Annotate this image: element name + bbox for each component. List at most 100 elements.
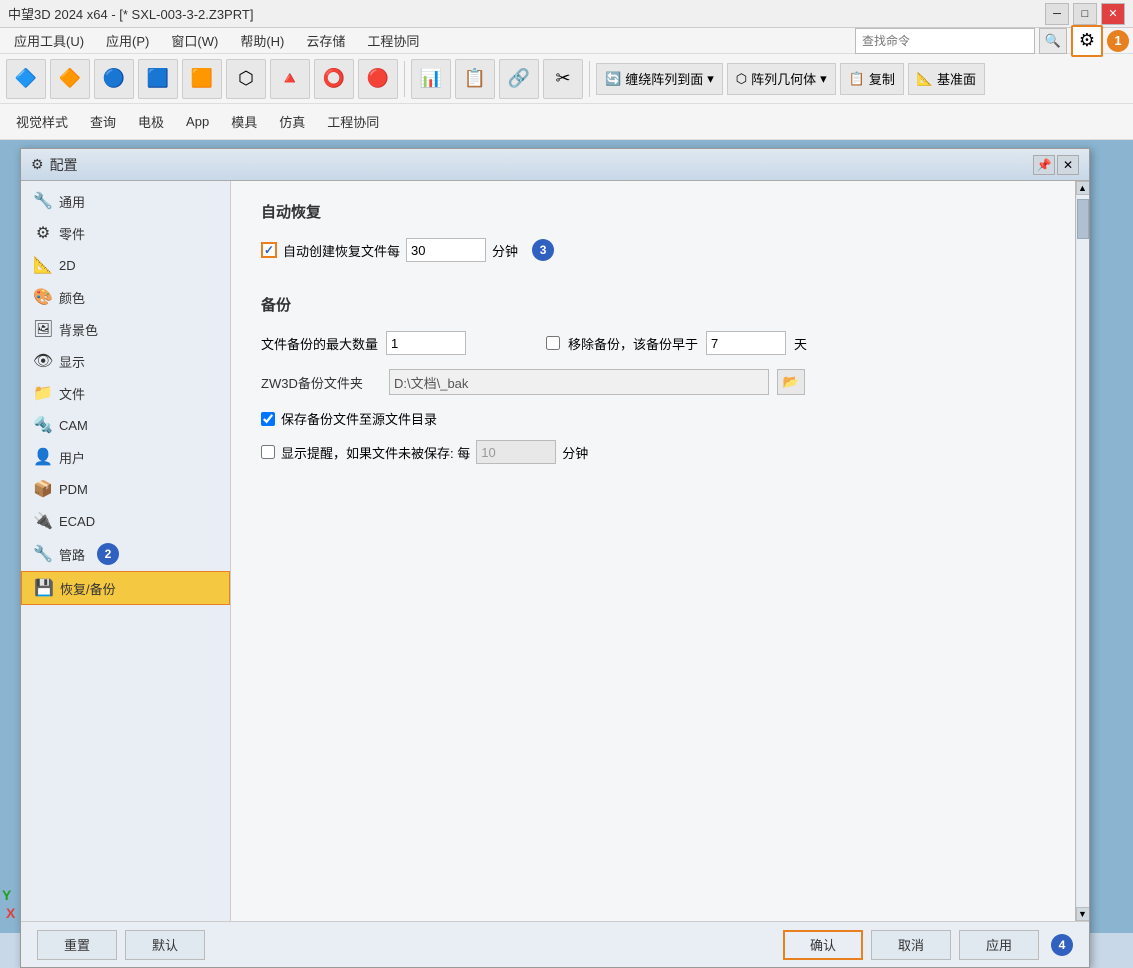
close-btn[interactable]: ✕ [1101, 3, 1125, 25]
dialog-body: 🔧 通用 ⚙ 零件 📐 2D 🎨 颜色 🖼 背景色 [21, 181, 1089, 921]
sidebar-item-cam[interactable]: 🔩 CAM [21, 409, 230, 441]
menu-sim[interactable]: 仿真 [269, 110, 315, 133]
config-dialog: ⚙ 配置 📌 ✕ 🔧 通用 ⚙ 零件 📐 [20, 148, 1090, 968]
scroll-track [1077, 195, 1089, 907]
sidebar-item-pdm[interactable]: 📦 PDM [21, 473, 230, 505]
save-to-source-checkbox[interactable] [261, 412, 275, 426]
scroll-down-btn[interactable]: ▼ [1076, 907, 1090, 921]
sidebar-item-general[interactable]: 🔧 通用 [21, 185, 230, 217]
tool-btn-10[interactable]: 📊 [411, 59, 451, 99]
sidebar-label-ecad: ECAD [59, 514, 95, 529]
sidebar-item-ecad[interactable]: 🔌 ECAD [21, 505, 230, 537]
menu-tools[interactable]: 应用工具(U) [4, 29, 94, 52]
remove-backup-unit: 天 [794, 334, 807, 353]
toolbar-array-geom[interactable]: ⬡ 阵列几何体 ▾ [727, 63, 836, 95]
sidebar-item-parts[interactable]: ⚙ 零件 [21, 217, 230, 249]
minimize-btn[interactable]: ─ [1045, 3, 1069, 25]
toolbar-datum-plane[interactable]: 📐 基准面 [908, 63, 985, 95]
badge-4: 4 [1051, 934, 1073, 956]
array-geom-label: 阵列几何体 [751, 69, 816, 88]
remove-backup-checkbox[interactable] [546, 336, 560, 350]
checkbox-checkmark: ✓ [264, 243, 274, 257]
sidebar-item-color[interactable]: 🎨 颜色 [21, 281, 230, 313]
auto-create-value[interactable] [406, 238, 486, 262]
tool-btn-7[interactable]: 🔺 [270, 59, 310, 99]
menu-help[interactable]: 帮助(H) [230, 29, 294, 52]
tool-btn-11[interactable]: 📋 [455, 59, 495, 99]
tool-btn-2[interactable]: 🔶 [50, 59, 90, 99]
search-input[interactable] [855, 28, 1035, 54]
menu-apps[interactable]: 应用(P) [96, 29, 159, 52]
tool-btn-3[interactable]: 🔵 [94, 59, 134, 99]
tool-btn-1[interactable]: 🔷 [6, 59, 46, 99]
reset-btn[interactable]: 重置 [37, 930, 117, 960]
menu-bar-2: 视觉样式 查询 电极 App 模具 仿真 工程协同 [0, 104, 1133, 140]
badge-1: 1 [1107, 30, 1129, 52]
tool-btn-4[interactable]: 🟦 [138, 59, 178, 99]
max-backup-label: 文件备份的最大数量 [261, 334, 378, 353]
auto-create-row: ✓ 自动创建恢复文件每 分钟 3 [261, 238, 1045, 262]
show-reminder-label: 显示提醒，如果文件未被保存: 每 [281, 443, 470, 462]
reminder-value[interactable] [476, 440, 556, 464]
sidebar-label-pipe: 管路 [59, 545, 85, 564]
max-backup-input[interactable] [386, 331, 466, 355]
browse-folder-btn[interactable]: 📂 [777, 369, 805, 395]
sidebar-item-user[interactable]: 👤 用户 [21, 441, 230, 473]
dialog-pin-btn[interactable]: 📌 [1033, 155, 1055, 175]
default-btn[interactable]: 默认 [125, 930, 205, 960]
max-backup-row: 文件备份的最大数量 [261, 331, 466, 355]
menu-query[interactable]: 查询 [80, 110, 126, 133]
scroll-thumb[interactable] [1077, 199, 1089, 239]
menu-app[interactable]: App [176, 112, 219, 131]
sidebar-item-pipe[interactable]: 🔧 管路 2 [21, 537, 230, 571]
dialog-content: 自动恢复 ✓ 自动创建恢复文件每 分钟 3 备份 [231, 181, 1075, 921]
menu-visual[interactable]: 视觉样式 [6, 110, 78, 133]
toolbar-copy[interactable]: 📋 复制 [840, 63, 904, 95]
toolbar-wrap-array[interactable]: 🔄 缠绕阵列到面 ▾ [596, 63, 723, 95]
maximize-btn[interactable]: □ [1073, 3, 1097, 25]
sidebar-item-recover[interactable]: 💾 恢复/备份 [21, 571, 230, 605]
sidebar-item-file[interactable]: 📁 文件 [21, 377, 230, 409]
auto-create-unit: 分钟 [492, 241, 518, 260]
tool-btn-13[interactable]: ✂ [543, 59, 583, 99]
backup-folder-row: ZW3D备份文件夹 📂 [261, 369, 1045, 395]
cancel-btn[interactable]: 取消 [871, 930, 951, 960]
menu-cloud[interactable]: 云存储 [296, 29, 355, 52]
axis-y-label: Y [2, 887, 11, 903]
menu-window[interactable]: 窗口(W) [161, 29, 228, 52]
sidebar-item-display[interactable]: 👁 显示 [21, 345, 230, 377]
copy-label: 复制 [869, 69, 895, 88]
tool-btn-6[interactable]: ⬡ [226, 59, 266, 99]
sidebar-item-2d[interactable]: 📐 2D [21, 249, 230, 281]
show-reminder-checkbox[interactable] [261, 445, 275, 459]
section-divider-1 [261, 274, 1045, 294]
scroll-up-btn[interactable]: ▲ [1076, 181, 1090, 195]
menu-eng-collab[interactable]: 工程协同 [317, 110, 389, 133]
menu-electrode[interactable]: 电极 [128, 110, 174, 133]
ecad-icon: 🔌 [33, 511, 53, 531]
color-icon: 🎨 [33, 287, 53, 307]
dialog-close-btn[interactable]: ✕ [1057, 155, 1079, 175]
tool-btn-5[interactable]: 🟧 [182, 59, 222, 99]
auto-create-checkbox[interactable]: ✓ [261, 242, 277, 258]
dialog-title-btns: 📌 ✕ [1033, 155, 1079, 175]
menu-collab[interactable]: 工程协同 [357, 29, 429, 52]
sidebar-label-file: 文件 [59, 384, 85, 403]
tool-btn-9[interactable]: 🔴 [358, 59, 398, 99]
remove-backup-value[interactable] [706, 331, 786, 355]
apply-btn[interactable]: 应用 [959, 930, 1039, 960]
sidebar-label-bgcolor: 背景色 [59, 320, 98, 339]
pdm-icon: 📦 [33, 479, 53, 499]
confirm-btn[interactable]: 确认 [783, 930, 863, 960]
sidebar-label-2d: 2D [59, 258, 76, 273]
sidebar-item-bgcolor[interactable]: 🖼 背景色 [21, 313, 230, 345]
file-icon: 📁 [33, 383, 53, 403]
parts-icon: ⚙ [33, 223, 53, 243]
search-button[interactable]: 🔍 [1039, 28, 1067, 54]
backup-folder-input[interactable] [389, 369, 769, 395]
gear-settings-button[interactable]: ⚙ [1071, 25, 1103, 57]
tool-btn-12[interactable]: 🔗 [499, 59, 539, 99]
dialog-scrollbar: ▲ ▼ [1075, 181, 1089, 921]
tool-btn-8[interactable]: ⭕ [314, 59, 354, 99]
menu-mold[interactable]: 模具 [221, 110, 267, 133]
